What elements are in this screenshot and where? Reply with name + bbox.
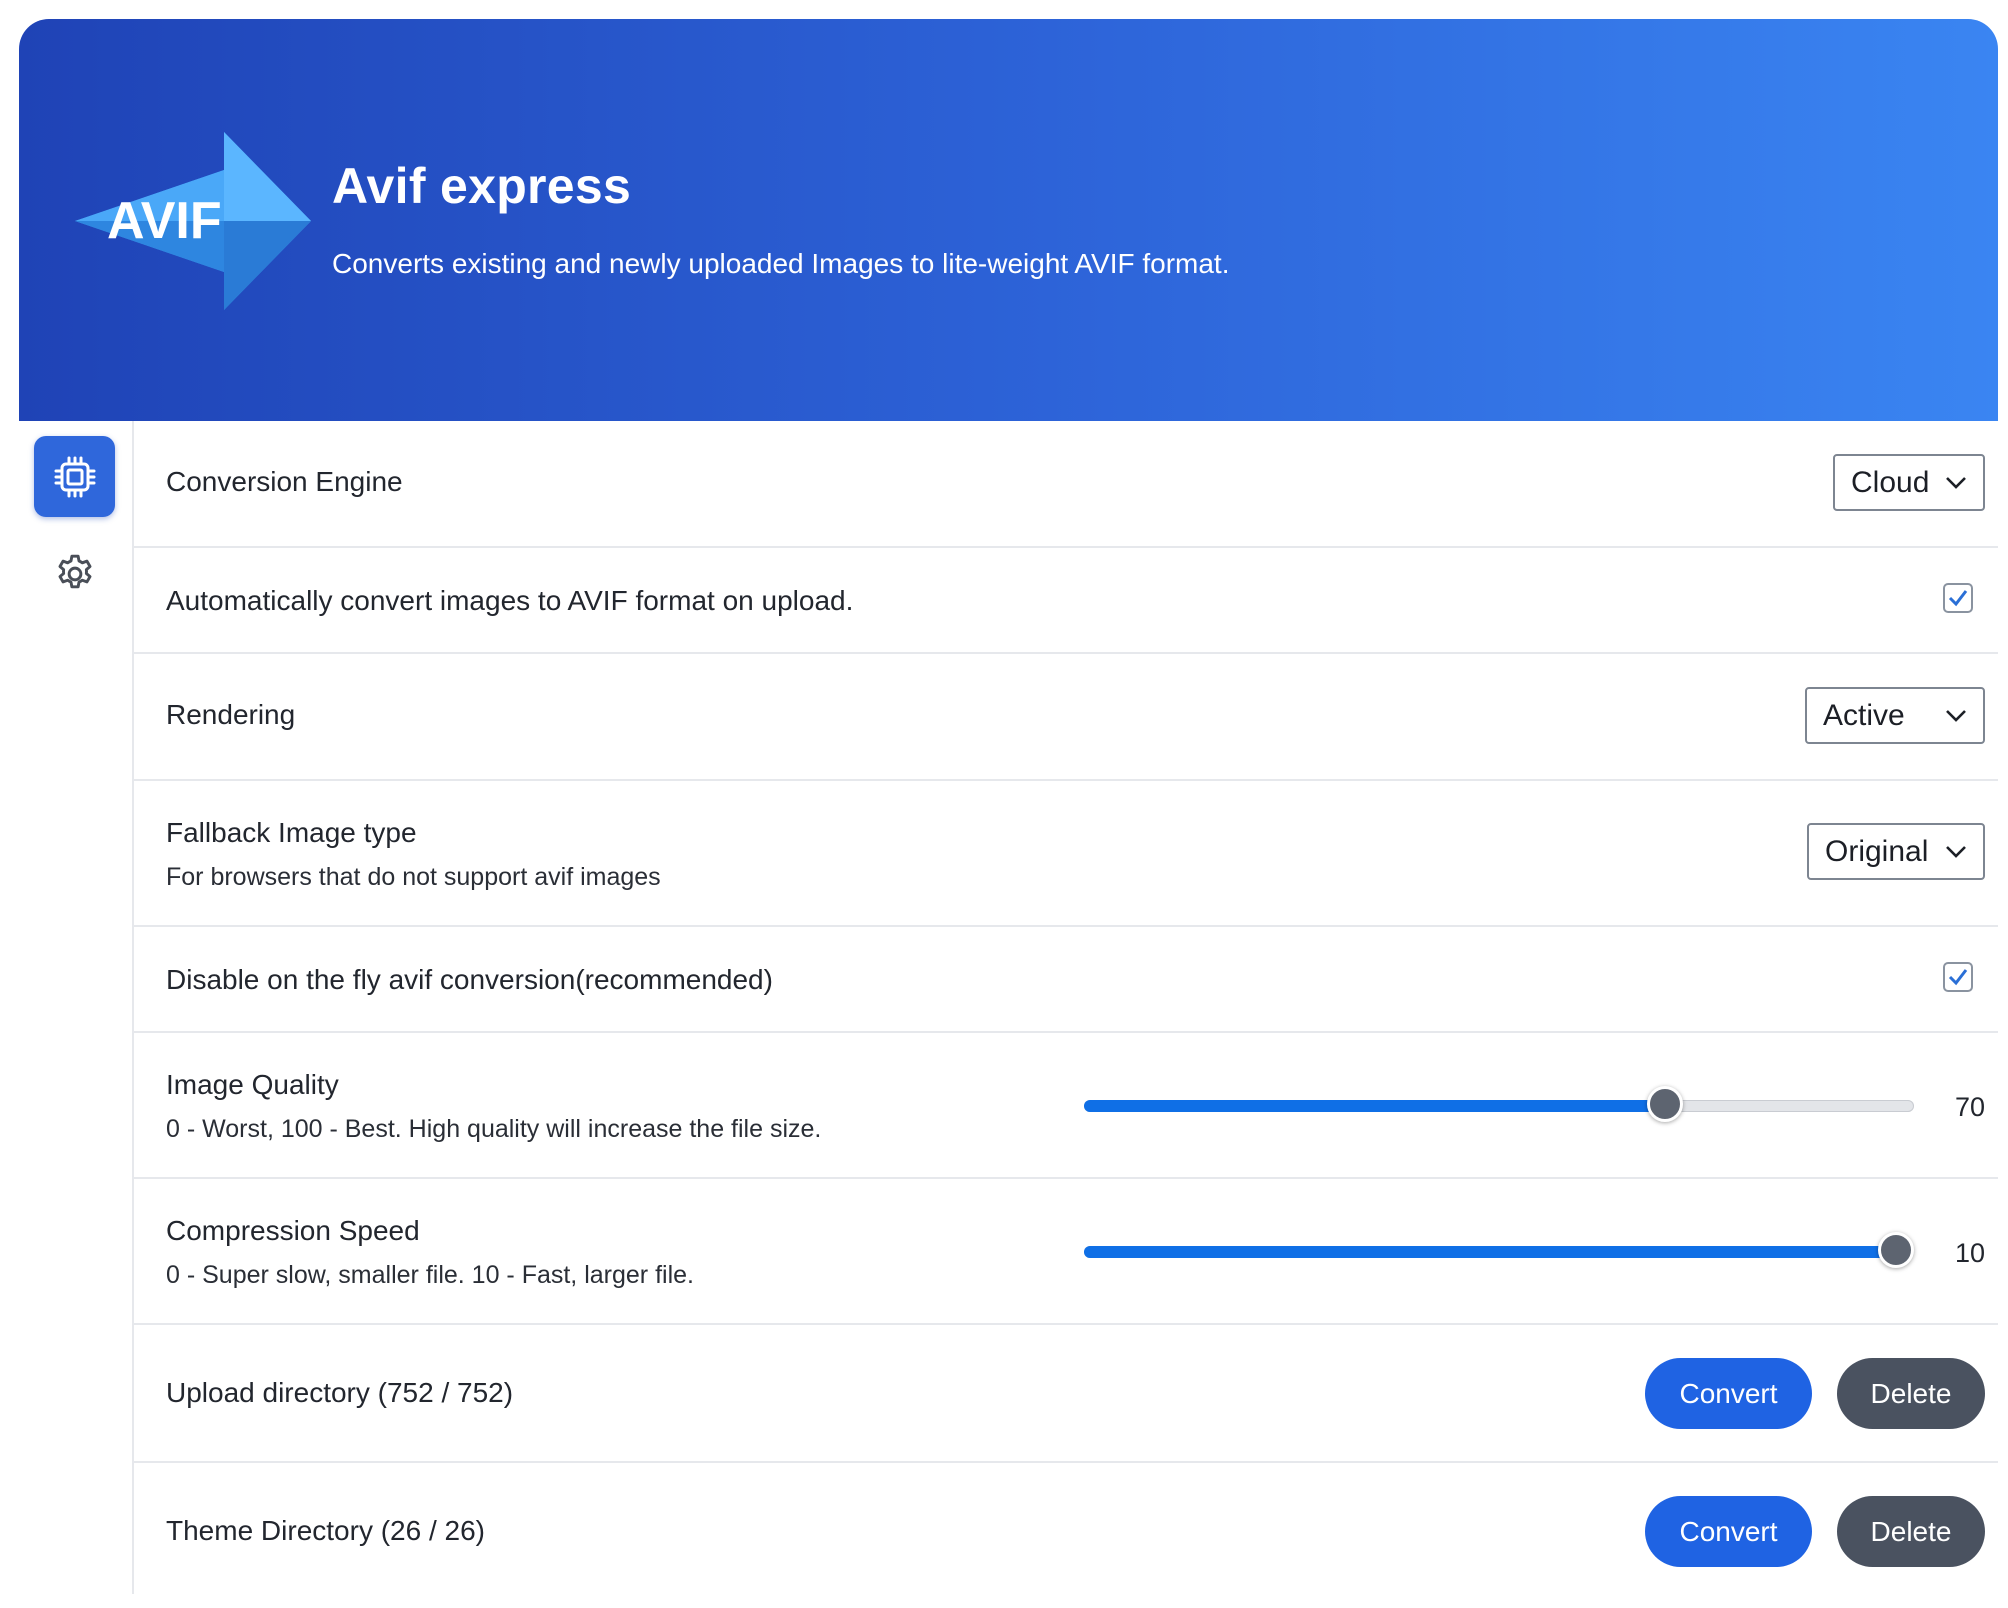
header-banner: AVIF Avif express Converts existing and … bbox=[19, 19, 1998, 421]
logo-text: AVIF bbox=[107, 192, 222, 250]
disable-on-fly-label: Disable on the fly avif conversion(recom… bbox=[166, 964, 773, 995]
rendering-value: Active bbox=[1823, 698, 1905, 732]
image-quality-description: 0 - Worst, 100 - Best. High quality will… bbox=[166, 1115, 822, 1143]
disable-on-fly-checkbox[interactable] bbox=[1943, 962, 1973, 992]
fallback-select[interactable]: Original bbox=[1807, 823, 1985, 880]
theme-directory-delete-button[interactable]: Delete bbox=[1837, 1496, 1985, 1567]
avif-logo: AVIF bbox=[75, 132, 311, 310]
image-quality-label: Image Quality bbox=[166, 1069, 339, 1100]
chevron-down-icon bbox=[1946, 845, 1966, 858]
compression-speed-value: 10 bbox=[1954, 1238, 1985, 1268]
row-theme-directory: Theme Directory (26 / 26) Convert Delete bbox=[133, 1463, 1998, 1594]
upload-directory-convert-button[interactable]: Convert bbox=[1645, 1358, 1812, 1429]
row-compression-speed: Compression Speed 0 - Super slow, smalle… bbox=[133, 1179, 1998, 1325]
row-conversion-engine: Conversion Engine Cloud bbox=[133, 421, 1998, 548]
app-subtitle: Converts existing and newly uploaded Ima… bbox=[332, 248, 1230, 279]
row-disable-on-the-fly: Disable on the fly avif conversion(recom… bbox=[133, 927, 1998, 1033]
image-quality-slider[interactable] bbox=[1084, 1086, 1914, 1122]
auto-convert-label: Automatically convert images to AVIF for… bbox=[166, 585, 854, 616]
gear-icon bbox=[58, 554, 91, 588]
app-title: Avif express bbox=[332, 158, 632, 214]
rendering-label: Rendering bbox=[166, 699, 296, 730]
row-upload-directory: Upload directory (752 / 752) Convert Del… bbox=[133, 1325, 1998, 1463]
checkmark-icon bbox=[1948, 969, 1968, 986]
conversion-engine-value: Cloud bbox=[1851, 465, 1930, 499]
checkmark-icon bbox=[1948, 590, 1968, 607]
settings-panel: Conversion Engine Cloud Automatically co… bbox=[133, 421, 1998, 1594]
compression-speed-slider-fill bbox=[1084, 1246, 1896, 1258]
chevron-down-icon bbox=[1946, 476, 1966, 489]
row-auto-convert: Automatically convert images to AVIF for… bbox=[133, 548, 1998, 654]
upload-directory-label: Upload directory (752 / 752) bbox=[166, 1377, 514, 1408]
rendering-select[interactable]: Active bbox=[1805, 687, 1985, 744]
sidebar bbox=[19, 421, 134, 1594]
compression-speed-description: 0 - Super slow, smaller file. 10 - Fast,… bbox=[166, 1261, 694, 1289]
compression-speed-slider-thumb[interactable] bbox=[1878, 1232, 1914, 1268]
fallback-label: Fallback Image type bbox=[166, 817, 417, 848]
theme-directory-label: Theme Directory (26 / 26) bbox=[166, 1515, 485, 1546]
chevron-down-icon bbox=[1946, 709, 1966, 722]
compression-speed-slider[interactable] bbox=[1084, 1232, 1914, 1268]
row-fallback-image-type: Fallback Image type For browsers that do… bbox=[133, 781, 1998, 927]
theme-directory-convert-button[interactable]: Convert bbox=[1645, 1496, 1812, 1567]
plugin-card: AVIF Avif express Converts existing and … bbox=[19, 19, 1998, 1594]
cpu-chip-icon bbox=[54, 456, 95, 497]
fallback-description: For browsers that do not support avif im… bbox=[166, 863, 661, 891]
compression-speed-label: Compression Speed bbox=[166, 1215, 420, 1246]
conversion-engine-select[interactable]: Cloud bbox=[1833, 454, 1985, 511]
row-image-quality: Image Quality 0 - Worst, 100 - Best. Hig… bbox=[133, 1033, 1998, 1179]
conversion-engine-label: Conversion Engine bbox=[166, 466, 403, 497]
fallback-value: Original bbox=[1825, 834, 1929, 868]
image-quality-slider-thumb[interactable] bbox=[1647, 1086, 1683, 1122]
image-quality-value: 70 bbox=[1954, 1092, 1985, 1122]
row-rendering: Rendering Active bbox=[133, 654, 1998, 781]
sidebar-item-settings[interactable] bbox=[34, 533, 115, 614]
image-quality-slider-fill bbox=[1084, 1100, 1665, 1112]
upload-directory-delete-button[interactable]: Delete bbox=[1837, 1358, 1985, 1429]
sidebar-item-conversion[interactable] bbox=[34, 436, 115, 517]
auto-convert-checkbox[interactable] bbox=[1943, 583, 1973, 613]
